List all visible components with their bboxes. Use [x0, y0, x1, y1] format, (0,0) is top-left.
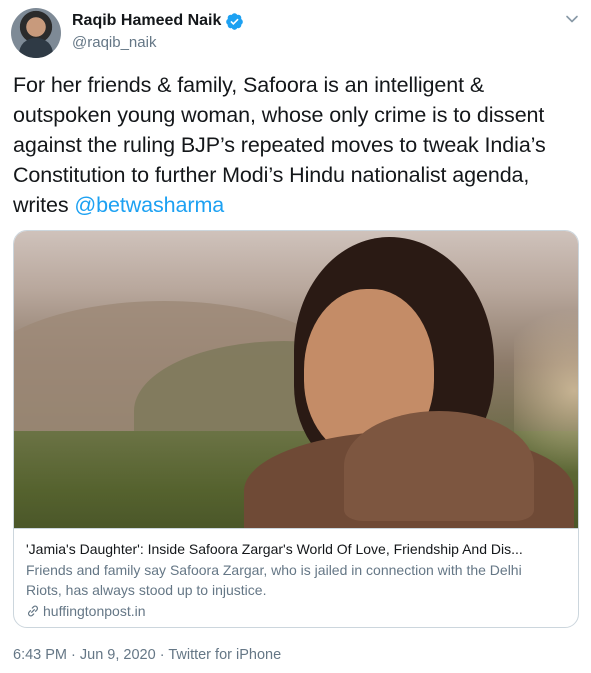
tweet-date[interactable]: Jun 9, 2020 [80, 647, 156, 663]
author-handle[interactable]: @raqib_naik [72, 33, 244, 53]
card-description: Friends and family say Safoora Zargar, w… [26, 560, 566, 600]
tweet-text: For her friends & family, Safoora is an … [13, 70, 583, 220]
avatar-shirt [19, 38, 53, 58]
author-name-row: Raqib Hameed Naik [72, 10, 244, 32]
card-body[interactable]: 'Jamia's Daughter': Inside Safoora Zarga… [14, 528, 578, 627]
avatar[interactable] [11, 8, 61, 58]
tweet: Raqib Hameed Naik @raqib_naik For her fr… [0, 0, 591, 673]
meta-separator: · [67, 647, 80, 663]
tweet-text-prefix: writes [13, 193, 75, 217]
tweet-text-last-line: writes @betwasharma [13, 190, 583, 220]
card-description-line: Friends and family say Safoora Zargar, w… [26, 562, 522, 578]
tweet-time[interactable]: 6:43 PM [13, 647, 67, 663]
tweet-meta: 6:43 PM · Jun 9, 2020 · Twitter for iPho… [13, 645, 281, 665]
tweet-text-line: Constitution to further Modi’s Hindu nat… [13, 163, 530, 187]
card-image[interactable] [14, 231, 578, 528]
meta-separator: · [155, 647, 169, 663]
author-block: Raqib Hameed Naik @raqib_naik [72, 10, 244, 53]
link-card[interactable]: 'Jamia's Daughter': Inside Safoora Zarga… [13, 230, 579, 628]
verified-badge-icon [226, 12, 244, 30]
mention-link[interactable]: @betwasharma [74, 193, 224, 217]
card-title[interactable]: 'Jamia's Daughter': Inside Safoora Zarga… [26, 540, 566, 559]
card-domain-row[interactable]: huffingtonpost.in [26, 601, 566, 621]
card-image-scarf [344, 411, 534, 521]
author-display-name[interactable]: Raqib Hameed Naik [72, 10, 221, 32]
card-description-line: Riots, has always stood up to injustice. [26, 582, 267, 598]
tweet-text-line: against the ruling BJP’s repeated moves … [13, 133, 546, 157]
card-domain[interactable]: huffingtonpost.in [43, 601, 146, 621]
tweet-source[interactable]: Twitter for iPhone [168, 647, 281, 663]
tweet-text-line: outspoken young woman, whose only crime … [13, 103, 545, 127]
chevron-down-icon[interactable] [565, 12, 579, 26]
tweet-text-line: For her friends & family, Safoora is an … [13, 73, 485, 97]
link-icon [28, 605, 38, 617]
